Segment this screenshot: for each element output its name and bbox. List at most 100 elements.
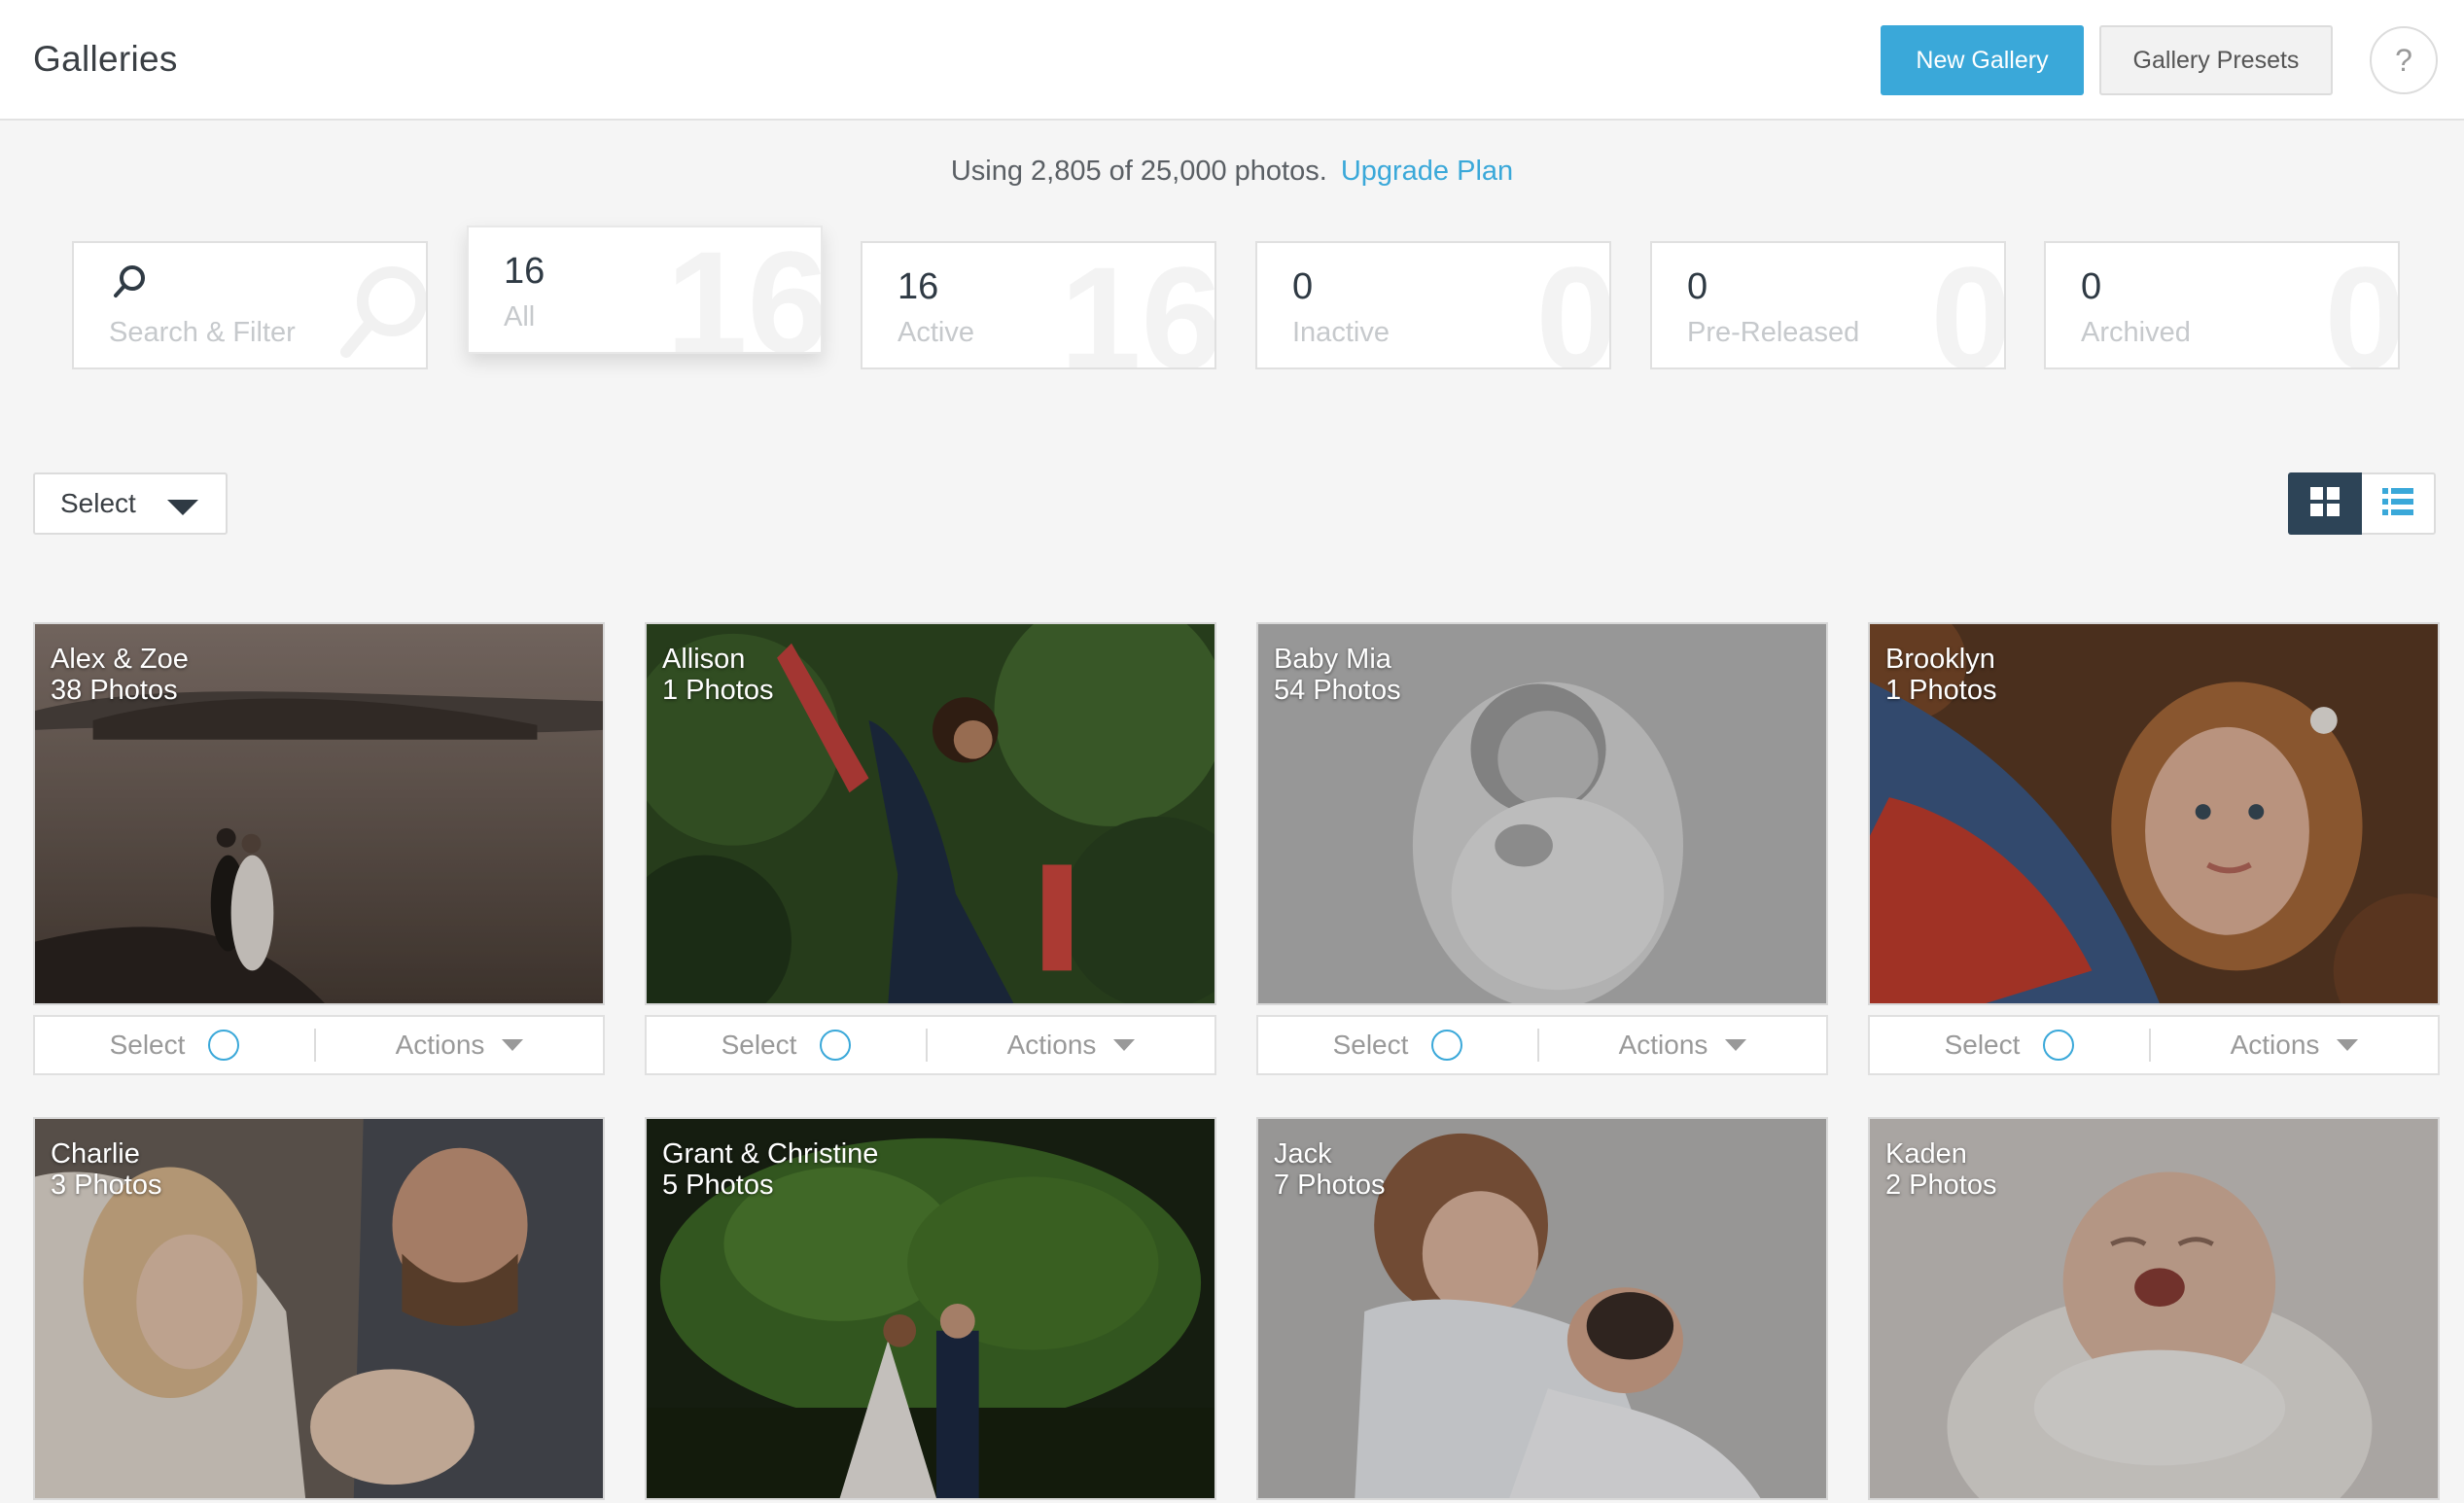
radio-circle-icon <box>2043 1030 2075 1061</box>
radio-circle-icon <box>208 1030 240 1061</box>
gallery-card: Brooklyn 1 Photos Select Actions <box>1868 622 2440 1075</box>
gallery-select-toggle[interactable]: Select <box>1870 1030 2149 1061</box>
caret-down-icon <box>2337 1039 2359 1051</box>
caret-down-icon <box>1113 1039 1136 1051</box>
gallery-photo-count: 1 Photos <box>1885 675 1997 706</box>
radio-circle-icon <box>1431 1030 1463 1061</box>
gallery-photo-count: 2 Photos <box>1885 1170 1997 1201</box>
list-icon <box>2382 487 2413 520</box>
gallery-card: Grant & Christine 5 Photos <box>645 1117 1216 1500</box>
filter-count: 0 <box>2081 266 2102 307</box>
gallery-card: Alex & Zoe 38 Photos Select Actions <box>33 622 605 1075</box>
gallery-name: Brooklyn <box>1885 644 1995 675</box>
gallery-cover-photo[interactable]: Alex & Zoe 38 Photos <box>33 622 605 1005</box>
filter-watermark: 16 <box>1060 241 1216 369</box>
bulk-select-dropdown[interactable]: Select <box>33 472 228 535</box>
gallery-name: Allison <box>662 644 746 675</box>
gallery-actions-dropdown[interactable]: Actions <box>1539 1030 1826 1061</box>
gallery-cover-photo[interactable]: Jack 7 Photos <box>1256 1117 1828 1500</box>
filter-label: Inactive <box>1292 317 1390 348</box>
gallery-card: Charlie 3 Photos <box>33 1117 605 1500</box>
filter-count: 16 <box>898 266 939 307</box>
usage-info: Using 2,805 of 25,000 photos. Upgrade Pla… <box>0 156 2464 188</box>
gallery-actions-dropdown[interactable]: Actions <box>2151 1030 2438 1061</box>
filter-label: All <box>504 301 536 332</box>
select-label: Select <box>721 1030 797 1060</box>
gallery-select-toggle[interactable]: Select <box>35 1030 314 1061</box>
gallery-name: Grant & Christine <box>662 1138 879 1170</box>
filter-count: 0 <box>1292 266 1314 307</box>
gallery-name: Charlie <box>51 1138 140 1170</box>
radio-circle-icon <box>820 1030 852 1061</box>
gallery-card: Kaden 2 Photos <box>1868 1117 2440 1500</box>
filter-card-all[interactable]: 16 16 All <box>467 226 823 354</box>
help-icon: ? <box>2395 42 2412 78</box>
filter-label: Archived <box>2081 317 2191 348</box>
filter-watermark: 16 <box>666 226 823 354</box>
gallery-card-footer: Select Actions <box>33 1015 605 1075</box>
gallery-card-footer: Select Actions <box>1868 1015 2440 1075</box>
usage-text: Using 2,805 of 25,000 photos. <box>950 156 1327 187</box>
list-view-toggle[interactable] <box>2362 472 2436 535</box>
search-filter-card[interactable]: Search & Filter <box>72 241 428 369</box>
gallery-card: Allison 1 Photos Select Actions <box>645 622 1216 1075</box>
actions-label: Actions <box>1618 1030 1708 1060</box>
grid-view-toggle[interactable] <box>2288 472 2362 535</box>
gallery-cover-photo[interactable]: Kaden 2 Photos <box>1868 1117 2440 1500</box>
gallery-photo-count: 54 Photos <box>1274 675 1401 706</box>
gallery-actions-dropdown[interactable]: Actions <box>928 1030 1214 1061</box>
search-icon <box>109 261 152 308</box>
gallery-actions-dropdown[interactable]: Actions <box>316 1030 603 1061</box>
filter-watermark: 0 <box>1535 241 1611 369</box>
gallery-photo-count: 5 Photos <box>662 1170 774 1201</box>
gallery-photo-count: 1 Photos <box>662 675 774 706</box>
filter-card-active[interactable]: 16 16 Active <box>861 241 1216 369</box>
gallery-photo-count: 38 Photos <box>51 675 178 706</box>
gallery-name: Jack <box>1274 1138 1332 1170</box>
filter-card-archived[interactable]: 0 0 Archived <box>2044 241 2400 369</box>
gallery-card-footer: Select Actions <box>1256 1015 1828 1075</box>
caret-down-icon <box>1725 1039 1747 1051</box>
filter-label: Pre-Released <box>1687 317 1860 348</box>
gallery-name: Kaden <box>1885 1138 1967 1170</box>
caret-down-icon <box>167 500 198 520</box>
gallery-presets-button[interactable]: Gallery Presets <box>2099 25 2333 95</box>
filter-card-inactive[interactable]: 0 0 Inactive <box>1255 241 1611 369</box>
filter-count: 0 <box>1687 266 1708 307</box>
gallery-photo-count: 3 Photos <box>51 1170 162 1201</box>
gallery-photo-count: 7 Photos <box>1274 1170 1386 1201</box>
gallery-card: Baby Mia 54 Photos Select Actions <box>1256 622 1828 1075</box>
gallery-cover-photo[interactable]: Brooklyn 1 Photos <box>1868 622 2440 1005</box>
gallery-select-toggle[interactable]: Select <box>1258 1030 1537 1061</box>
grid-icon <box>2310 486 2340 521</box>
filter-label: Active <box>898 317 974 348</box>
filter-card-pre-released[interactable]: 0 0 Pre-Released <box>1650 241 2006 369</box>
filter-watermark: 0 <box>2324 241 2400 369</box>
actions-label: Actions <box>1006 1030 1097 1060</box>
select-dropdown-label: Select <box>60 488 136 518</box>
top-header: Galleries New Gallery Gallery Presets ? <box>0 0 2464 121</box>
help-button[interactable]: ? <box>2370 26 2438 94</box>
caret-down-icon <box>502 1039 524 1051</box>
gallery-cover-photo[interactable]: Allison 1 Photos <box>645 622 1216 1005</box>
select-label: Select <box>109 1030 186 1060</box>
page-title: Galleries <box>33 39 178 79</box>
filter-watermark: 0 <box>1930 241 2006 369</box>
new-gallery-button[interactable]: New Gallery <box>1881 25 2084 95</box>
filter-label-search: Search & Filter <box>109 317 296 348</box>
gallery-cover-photo[interactable]: Charlie 3 Photos <box>33 1117 605 1500</box>
select-label: Select <box>1944 1030 2021 1060</box>
gallery-name: Baby Mia <box>1274 644 1391 675</box>
actions-label: Actions <box>395 1030 485 1060</box>
gallery-name: Alex & Zoe <box>51 644 189 675</box>
select-label: Select <box>1332 1030 1409 1060</box>
gallery-cover-photo[interactable]: Baby Mia 54 Photos <box>1256 622 1828 1005</box>
actions-label: Actions <box>2230 1030 2320 1060</box>
search-watermark-icon <box>338 262 426 367</box>
gallery-card: Jack 7 Photos <box>1256 1117 1828 1500</box>
gallery-cover-photo[interactable]: Grant & Christine 5 Photos <box>645 1117 1216 1500</box>
filter-count: 16 <box>504 251 546 292</box>
upgrade-plan-link[interactable]: Upgrade Plan <box>1341 156 1513 187</box>
gallery-select-toggle[interactable]: Select <box>647 1030 926 1061</box>
gallery-card-footer: Select Actions <box>645 1015 1216 1075</box>
